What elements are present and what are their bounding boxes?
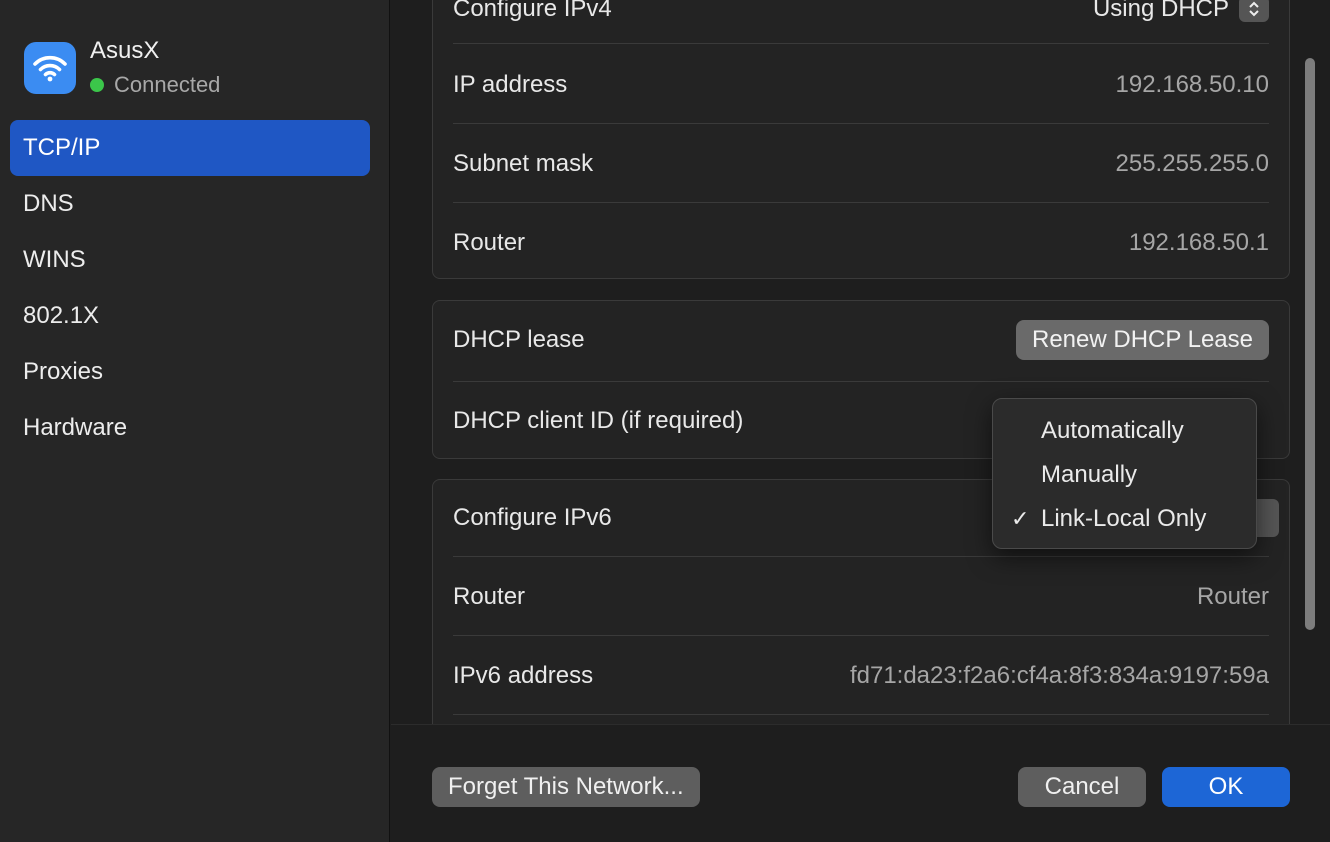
configure-ipv4-value: Using DHCP [1092, 0, 1229, 22]
subnet-mask-row: Subnet mask 255.255.255.0 [453, 144, 1269, 184]
sidebar-item-8021x[interactable]: 802.1X [10, 288, 370, 344]
separator [453, 556, 1269, 557]
configure-ipv4-label: Configure IPv4 [453, 0, 612, 22]
network-name: AsusX [90, 37, 160, 64]
ipv6-address-value: fd71:da23:f2a6:cf4a:8f3:834a:9197:59a [849, 662, 1269, 689]
configure-ipv4-popup[interactable]: Using DHCP [1093, 0, 1269, 23]
renew-dhcp-lease-button[interactable]: Renew DHCP Lease [1015, 320, 1269, 360]
separator [453, 714, 1269, 715]
scrollbar[interactable] [1302, 0, 1318, 724]
ipv6-address-row: IPv6 address fd71:da23:f2a6:cf4a:8f3:834… [453, 656, 1269, 696]
router-value: 192.168.50.1 [1128, 229, 1269, 256]
subnet-mask-value: 255.255.255.0 [1115, 150, 1269, 177]
settings-scroll-area: Configure IPv4 Using DHCP IP address 192… [391, 0, 1330, 724]
ipv6-address-label: IPv6 address [453, 662, 594, 689]
ipv4-group: Configure IPv4 Using DHCP IP address 192… [432, 0, 1290, 279]
forget-network-button[interactable]: Forget This Network... [432, 767, 700, 807]
separator [453, 202, 1269, 203]
menu-item-link-local-only[interactable]: ✓ Link-Local Only [993, 497, 1256, 541]
network-status: Connected [90, 72, 220, 98]
menu-item-label: Link-Local Only [1041, 505, 1207, 532]
status-text: Connected [114, 72, 221, 97]
status-dot-icon [90, 78, 104, 92]
menu-item-label: Manually [1041, 461, 1138, 488]
separator [453, 381, 1269, 382]
subnet-mask-label: Subnet mask [453, 150, 594, 177]
separator [453, 123, 1269, 124]
configure-ipv6-menu: Automatically Manually ✓ Link-Local Only [992, 398, 1257, 549]
cancel-button[interactable]: Cancel [1018, 767, 1146, 807]
router-row: Router 192.168.50.1 [453, 223, 1269, 263]
scrollbar-thumb[interactable] [1305, 58, 1315, 630]
dhcp-lease-label: DHCP lease [453, 326, 585, 353]
sidebar-item-tcpip[interactable]: TCP/IP [10, 120, 370, 176]
menu-item-label: Automatically [1041, 417, 1184, 444]
ip-address-row: IP address 192.168.50.10 [453, 65, 1269, 105]
ip-address-label: IP address [453, 71, 568, 98]
sidebar: AsusX Connected TCP/IP DNS WINS 802.1X P… [0, 0, 390, 842]
separator [453, 43, 1269, 44]
sidebar-item-wins[interactable]: WINS [10, 232, 370, 288]
wifi-icon [24, 42, 76, 94]
sidebar-item-hardware[interactable]: Hardware [10, 400, 370, 456]
dhcp-client-id-label: DHCP client ID (if required) [453, 407, 744, 434]
dhcp-lease-row: DHCP lease Renew DHCP Lease [453, 319, 1269, 361]
chevron-updown-icon [1239, 0, 1269, 22]
ipv6-router-row: Router Router [453, 577, 1269, 617]
sidebar-item-proxies[interactable]: Proxies [10, 344, 370, 400]
ipv6-router-value: Router [1196, 583, 1269, 610]
configure-ipv6-label: Configure IPv6 [453, 504, 612, 531]
ipv6-router-label: Router [453, 583, 526, 610]
menu-item-manually[interactable]: Manually [993, 453, 1256, 497]
configure-ipv4-row: Configure IPv4 Using DHCP [453, 0, 1269, 29]
router-label: Router [453, 229, 526, 256]
sidebar-nav: TCP/IP DNS WINS 802.1X Proxies Hardware [10, 120, 370, 456]
ok-button[interactable]: OK [1162, 767, 1290, 807]
separator [453, 635, 1269, 636]
checkmark-icon: ✓ [1011, 506, 1030, 531]
ip-address-value: 192.168.50.10 [1115, 71, 1269, 98]
sidebar-item-dns[interactable]: DNS [10, 176, 370, 232]
menu-item-automatically[interactable]: Automatically [993, 409, 1256, 453]
network-header: AsusX Connected [24, 36, 220, 98]
dialog-footer: Forget This Network... Cancel OK [391, 724, 1330, 842]
